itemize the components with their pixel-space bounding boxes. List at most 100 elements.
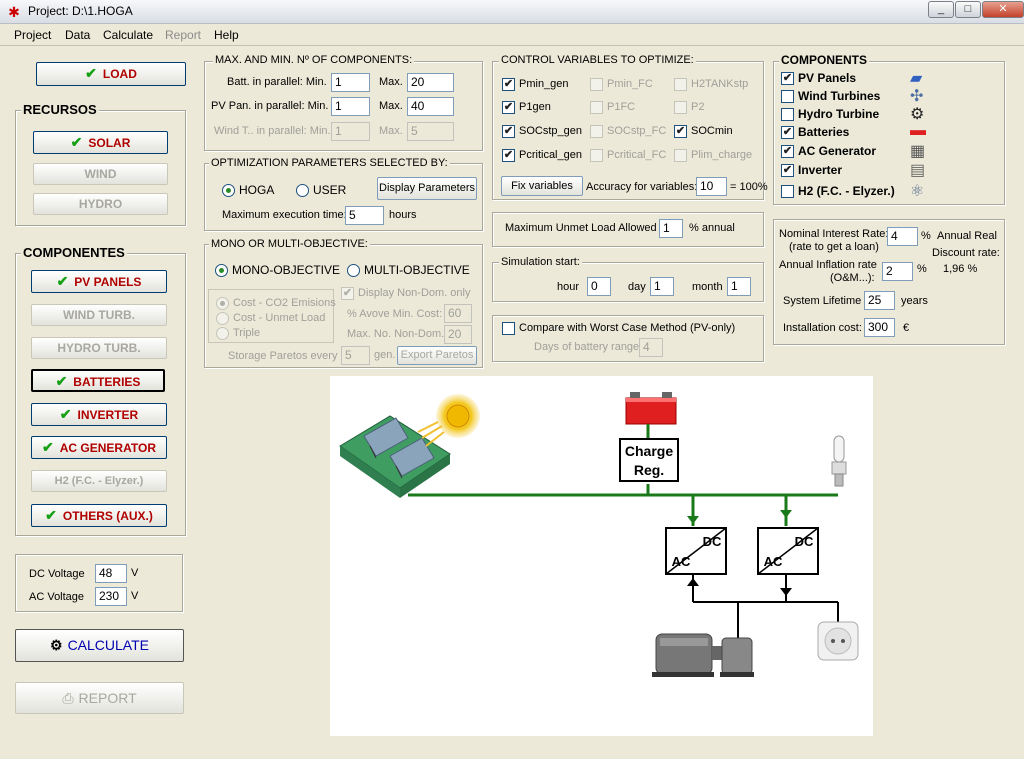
hour-label: hour xyxy=(557,281,580,293)
cv-checkbox[interactable] xyxy=(590,149,603,162)
ac-voltage-field[interactable]: 230 xyxy=(95,587,127,606)
hoga-radio[interactable] xyxy=(222,184,235,197)
maxnondom-field[interactable]: 20 xyxy=(444,325,472,344)
cv-checkbox[interactable]: ✔ xyxy=(502,125,515,138)
display-parameters-button[interactable]: Display Parameters xyxy=(377,177,477,200)
cv-checkbox[interactable]: ✔ xyxy=(502,78,515,91)
compare-checkbox[interactable] xyxy=(502,322,515,335)
hydro-button[interactable]: HYDRO xyxy=(33,193,168,215)
mono-objective-label: MONO-OBJECTIVE xyxy=(232,263,341,277)
interest-field[interactable]: 4 xyxy=(887,227,918,246)
inverter-button[interactable]: ✔ INVERTER xyxy=(31,403,167,426)
cv-checkbox[interactable] xyxy=(590,125,603,138)
pv-panels-button[interactable]: ✔ PV PANELS xyxy=(31,270,167,293)
wind-max-field[interactable]: 5 xyxy=(407,122,454,141)
maximize-button[interactable]: □ xyxy=(955,1,981,18)
install-field[interactable]: 300 xyxy=(864,318,895,337)
cost-co2-radio[interactable] xyxy=(216,297,229,310)
component-label: PV Panels xyxy=(798,71,857,85)
cv-checkbox[interactable] xyxy=(674,78,687,91)
lifetime-label: System Lifetime xyxy=(783,295,862,307)
user-radio[interactable] xyxy=(296,184,309,197)
pv-min-field[interactable]: 1 xyxy=(331,97,370,116)
close-button[interactable]: ✕ xyxy=(982,1,1024,18)
component-checkbox[interactable]: ✔ xyxy=(781,126,794,139)
ac-voltage-label: AC Voltage xyxy=(29,591,85,603)
component-checkbox[interactable]: ✔ xyxy=(781,145,794,158)
wind-min-field[interactable]: 1 xyxy=(331,122,370,141)
hour-field[interactable]: 0 xyxy=(587,277,611,296)
socket-icon xyxy=(817,621,859,661)
component-checkbox[interactable] xyxy=(781,108,794,121)
day-field[interactable]: 1 xyxy=(650,277,674,296)
report-label: REPORT xyxy=(78,690,137,706)
menu-data[interactable]: Data xyxy=(65,28,90,42)
wind-button[interactable]: WIND xyxy=(33,163,168,185)
hydro-turb-button[interactable]: HYDRO TURB. xyxy=(31,337,167,359)
multi-objective-radio[interactable] xyxy=(347,264,360,277)
calculate-button[interactable]: ⚙ CALCULATE xyxy=(15,629,184,662)
fix-variables-button[interactable]: Fix variables xyxy=(501,176,583,196)
cost-unmet-label: Cost - Unmet Load xyxy=(233,312,326,324)
component-label: H2 (F.C. - Elyzer.) xyxy=(798,184,895,198)
component-checkbox[interactable] xyxy=(781,185,794,198)
discount-label: Discount rate: xyxy=(932,247,1000,259)
cv-checkbox[interactable]: ✔ xyxy=(674,125,687,138)
user-label: USER xyxy=(313,183,347,197)
load-button[interactable]: ✔ LOAD xyxy=(36,62,186,86)
triple-radio[interactable] xyxy=(216,327,229,340)
batt-min-field[interactable]: 1 xyxy=(331,73,370,92)
dc-voltage-field[interactable]: 48 xyxy=(95,564,127,583)
unmet-field[interactable]: 1 xyxy=(659,219,683,238)
max-exec-field[interactable]: 5 xyxy=(345,206,384,225)
batteries-button[interactable]: ✔ BATTERIES xyxy=(31,369,165,392)
mono-objective-radio[interactable] xyxy=(215,264,228,277)
accuracy-unit: = 100% xyxy=(730,181,768,193)
h2-button[interactable]: H2 (F.C. - Elyzer.) xyxy=(31,470,167,492)
menu-help[interactable]: Help xyxy=(214,28,239,42)
inverter2-ac-label: AC xyxy=(764,554,783,569)
display-nondom-checkbox[interactable]: ✔ xyxy=(341,287,354,300)
menu-project[interactable]: Project xyxy=(14,28,51,42)
inflation-label: Annual Inflation rate xyxy=(779,259,877,271)
day-label: day xyxy=(628,281,646,293)
cost-unmet-radio[interactable] xyxy=(216,312,229,325)
inflation-field[interactable]: 2 xyxy=(882,262,913,281)
cv-checkbox[interactable]: ✔ xyxy=(502,149,515,162)
storage-field[interactable]: 5 xyxy=(341,346,370,365)
components-title: COMPONENTS xyxy=(779,53,870,67)
wind-turb-button[interactable]: WIND TURB. xyxy=(31,304,167,326)
solar-button[interactable]: ✔ SOLAR xyxy=(33,131,168,154)
export-paretos-button[interactable]: Export Paretos xyxy=(397,346,477,365)
report-button[interactable]: ⎙ REPORT xyxy=(15,682,184,714)
others-button[interactable]: ✔ OTHERS (AUX.) xyxy=(31,504,167,527)
title-bar: ✱ Project: D:\1.HOGA _ □ ✕ xyxy=(0,0,1024,24)
cv-checkbox[interactable]: ✔ xyxy=(502,101,515,114)
menu-calculate[interactable]: Calculate xyxy=(103,28,153,42)
cv-checkbox[interactable] xyxy=(590,78,603,91)
interest-pct: % xyxy=(921,230,931,242)
ac-generator-button[interactable]: ✔ AC GENERATOR xyxy=(31,436,167,459)
pv-max-field[interactable]: 40 xyxy=(407,97,454,116)
menu-report[interactable]: Report xyxy=(165,28,201,42)
cv-checkbox[interactable] xyxy=(674,101,687,114)
cv-label: Pcritical_FC xyxy=(607,149,667,161)
lifetime-field[interactable]: 25 xyxy=(864,291,895,310)
batt-max-field[interactable]: 20 xyxy=(407,73,454,92)
component-checkbox[interactable] xyxy=(781,90,794,103)
cv-checkbox[interactable] xyxy=(590,101,603,114)
inverter1-arrow xyxy=(687,516,699,524)
dc-voltage-label: DC Voltage xyxy=(29,568,85,580)
month-field[interactable]: 1 xyxy=(727,277,751,296)
hours-label: hours xyxy=(389,209,417,221)
cv-label: P1FC xyxy=(607,101,636,113)
inflation-sub: (O&M...): xyxy=(830,272,875,284)
component-checkbox[interactable]: ✔ xyxy=(781,72,794,85)
days-field[interactable]: 4 xyxy=(639,338,663,357)
avove-field[interactable]: 60 xyxy=(444,304,472,323)
accuracy-field[interactable]: 10 xyxy=(696,177,727,196)
cv-checkbox[interactable] xyxy=(674,149,687,162)
component-checkbox[interactable]: ✔ xyxy=(781,164,794,177)
minimize-button[interactable]: _ xyxy=(928,1,954,18)
printer-icon: ⎙ xyxy=(62,690,74,706)
